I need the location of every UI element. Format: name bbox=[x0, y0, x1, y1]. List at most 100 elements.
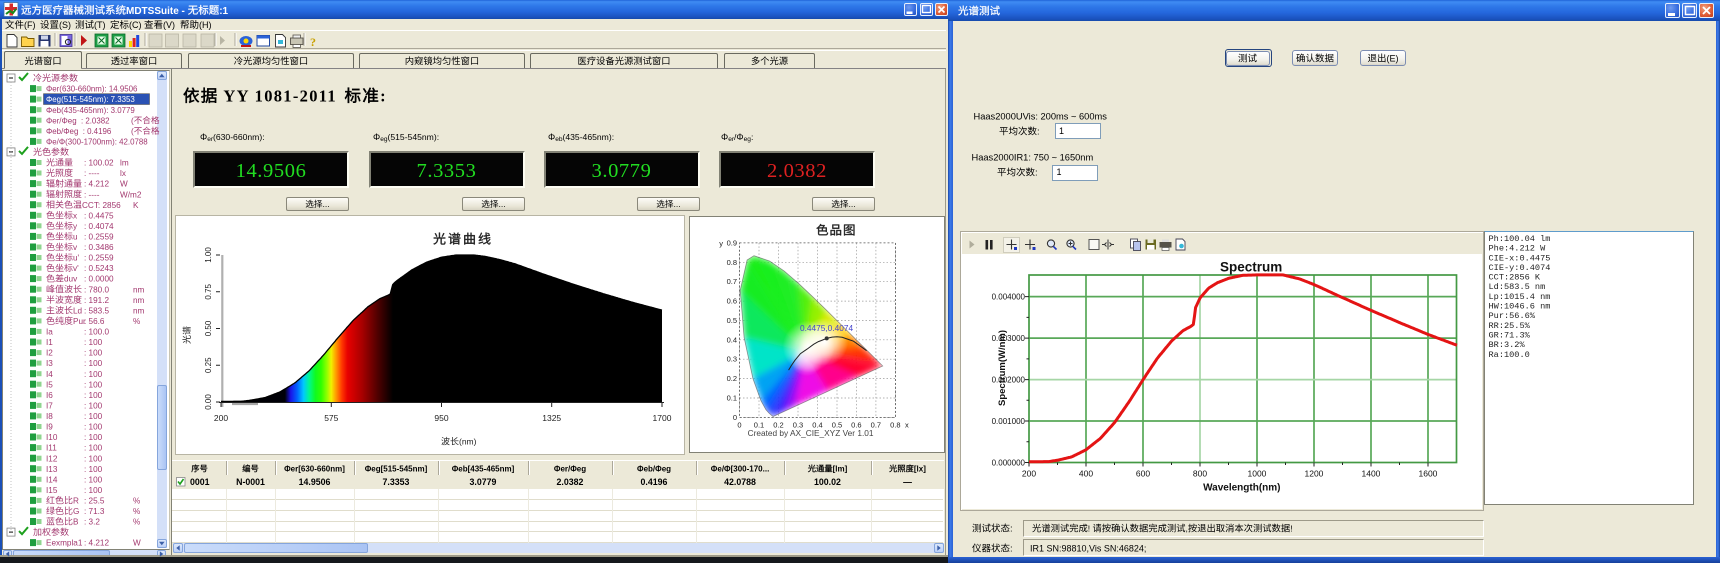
svg-text:W: W bbox=[133, 539, 141, 548]
svg-text:Φe/Φ[300-170...: Φe/Φ[300-170... bbox=[711, 465, 770, 474]
svg-text:Φer/Φeg: Φer/Φeg bbox=[554, 465, 586, 474]
svg-text:0.001000: 0.001000 bbox=[992, 417, 1026, 426]
svg-text:I6: I6 bbox=[46, 391, 53, 400]
svg-text:1: 1 bbox=[1057, 167, 1062, 177]
svg-text:I2: I2 bbox=[46, 349, 53, 358]
svg-text:Haas2000IR1: 750 ~ 1650nm: Haas2000IR1: 750 ~ 1650nm bbox=[972, 153, 1094, 163]
svg-text:W/m2: W/m2 bbox=[120, 190, 142, 199]
svg-text:...: ... bbox=[849, 199, 856, 209]
svg-text:I5: I5 bbox=[46, 380, 53, 389]
svg-text:I15: I15 bbox=[46, 486, 58, 495]
svg-text:Spectrum(W/nm): Spectrum(W/nm) bbox=[997, 330, 1008, 406]
svg-text:MDTSSuite -: MDTSSuite - bbox=[126, 6, 188, 17]
svg-text:IR1 SN:98810,Vis SN:46824;: IR1 SN:98810,Vis SN:46824; bbox=[1030, 544, 1146, 554]
svg-text::: : bbox=[1037, 127, 1040, 138]
svg-text:I9: I9 bbox=[46, 423, 53, 432]
svg-text:Φ: Φ bbox=[548, 132, 555, 142]
svg-text:I14: I14 bbox=[46, 475, 58, 484]
svg-text:%: % bbox=[133, 507, 140, 516]
svg-text:: 3.2: : 3.2 bbox=[84, 518, 100, 527]
svg-text:0.004000: 0.004000 bbox=[992, 293, 1026, 302]
svg-text:Ia: Ia bbox=[46, 328, 53, 337]
svg-text:: 100: : 100 bbox=[84, 380, 103, 389]
svg-text:: 780.0: : 780.0 bbox=[84, 285, 109, 294]
svg-text:%: % bbox=[133, 317, 140, 326]
svg-text:I13: I13 bbox=[46, 465, 58, 474]
svg-text:Spectrum: Spectrum bbox=[1220, 260, 1282, 275]
svg-text:600: 600 bbox=[1136, 469, 1150, 479]
svg-text:: 583.5: : 583.5 bbox=[84, 306, 109, 315]
svg-text:14.9506: 14.9506 bbox=[299, 477, 331, 487]
svg-text:Φeb/Φeg : 0.4196: Φeb/Φeg : 0.4196 bbox=[46, 127, 112, 136]
svg-text:: 100: : 100 bbox=[84, 359, 103, 368]
svg-text:I1: I1 bbox=[46, 338, 53, 347]
svg-text:: 100: : 100 bbox=[84, 370, 103, 379]
svg-text:(435-465nm):: (435-465nm): bbox=[563, 132, 615, 142]
svg-text:(515-545nm):: (515-545nm): bbox=[388, 132, 440, 142]
svg-text:nm: nm bbox=[133, 306, 145, 315]
svg-text:: 0.2559: : 0.2559 bbox=[84, 233, 114, 242]
svg-text:0.000000: 0.000000 bbox=[992, 459, 1026, 468]
svg-text:(V): (V) bbox=[163, 20, 175, 30]
svg-text:0001: 0001 bbox=[190, 477, 210, 487]
svg-text:y: y bbox=[73, 222, 78, 231]
svg-text:: 100: : 100 bbox=[84, 444, 103, 453]
svg-text:(: ( bbox=[131, 116, 134, 125]
svg-text:K: K bbox=[133, 201, 139, 210]
svg-text:CIE-x:0.4475: CIE-x:0.4475 bbox=[1489, 253, 1551, 263]
svg-text:1200: 1200 bbox=[1305, 469, 1324, 479]
svg-text:I7: I7 bbox=[46, 402, 53, 411]
svg-text:400: 400 bbox=[1079, 469, 1093, 479]
svg-text::: : bbox=[1010, 544, 1013, 555]
svg-text:: 191.2: : 191.2 bbox=[84, 296, 109, 305]
svg-text:Φe/Φ(300-1700nm): 42.0788: Φe/Φ(300-1700nm): 42.0788 bbox=[46, 138, 148, 147]
svg-text:Φ: Φ bbox=[373, 132, 380, 142]
svg-text:: 100.0: : 100.0 bbox=[84, 328, 109, 337]
svg-text:...: ... bbox=[499, 199, 506, 209]
svg-text:I12: I12 bbox=[46, 454, 58, 463]
svg-text:Φer(630-660nm): 14.9506: Φer(630-660nm): 14.9506 bbox=[46, 85, 138, 94]
svg-text:(F): (F) bbox=[24, 20, 36, 30]
svg-text:W: W bbox=[120, 180, 128, 189]
svg-text:: 0.0000: : 0.0000 bbox=[84, 275, 114, 284]
svg-text:: 100: : 100 bbox=[84, 349, 103, 358]
svg-text:: 4.212: : 4.212 bbox=[84, 539, 109, 548]
svg-text:1000: 1000 bbox=[1248, 469, 1267, 479]
svg-text:HW:1046.6 nm: HW:1046.6 nm bbox=[1489, 302, 1551, 312]
svg-text:Ph:100.04 lm: Ph:100.04 lm bbox=[1489, 234, 1551, 244]
svg-text:YY 1081-2011: YY 1081-2011 bbox=[219, 87, 343, 106]
svg-text:0.4196: 0.4196 bbox=[641, 477, 668, 487]
svg-text:v': v' bbox=[73, 264, 79, 273]
svg-text:: 56.6: : 56.6 bbox=[84, 317, 105, 326]
svg-text:(H): (H) bbox=[199, 20, 212, 30]
svg-text:1600: 1600 bbox=[1419, 469, 1438, 479]
svg-text:: 100: : 100 bbox=[84, 454, 103, 463]
svg-text:(630-660nm):: (630-660nm): bbox=[213, 132, 265, 142]
svg-text:I8: I8 bbox=[46, 412, 53, 421]
svg-text:0.4475,0.4074: 0.4475,0.4074 bbox=[800, 323, 853, 333]
svg-text:Haas2000UVis: 200ms ~ 600ms: Haas2000UVis: 200ms ~ 600ms bbox=[974, 112, 1108, 122]
svg-text:Φ: Φ bbox=[736, 132, 743, 142]
svg-text:Wavelength(nm): Wavelength(nm) bbox=[1203, 483, 1280, 494]
svg-text:—: — bbox=[903, 477, 912, 487]
svg-text:: 100: : 100 bbox=[84, 391, 103, 400]
svg-text:Phe:4.212 W: Phe:4.212 W bbox=[1489, 244, 1547, 254]
svg-text:2.0382: 2.0382 bbox=[767, 160, 827, 182]
svg-text:Created by AX_CIE_XYZ Ver 1.01: Created by AX_CIE_XYZ Ver 1.01 bbox=[748, 428, 874, 438]
svg-text:G: G bbox=[73, 507, 79, 516]
svg-text:Φeb[435-465nm]: Φeb[435-465nm] bbox=[452, 465, 515, 474]
svg-text:(T): (T) bbox=[94, 20, 106, 30]
svg-text:42.0788: 42.0788 bbox=[724, 477, 756, 487]
svg-text::: : bbox=[380, 87, 387, 106]
svg-text:x: x bbox=[73, 211, 77, 220]
svg-text:7.3353: 7.3353 bbox=[417, 160, 477, 182]
svg-text:: 0.5243: : 0.5243 bbox=[84, 264, 114, 273]
svg-text:: 0.4074: : 0.4074 bbox=[84, 222, 114, 231]
svg-text:GR:71.3%: GR:71.3% bbox=[1489, 331, 1531, 341]
svg-text:[lx]: [lx] bbox=[914, 465, 926, 474]
svg-text:lm: lm bbox=[120, 159, 129, 168]
svg-text:%: % bbox=[133, 518, 140, 527]
svg-text:3.0779: 3.0779 bbox=[470, 477, 497, 487]
svg-text:CIE-y:0.4074: CIE-y:0.4074 bbox=[1489, 263, 1551, 273]
svg-text:nm: nm bbox=[133, 296, 145, 305]
